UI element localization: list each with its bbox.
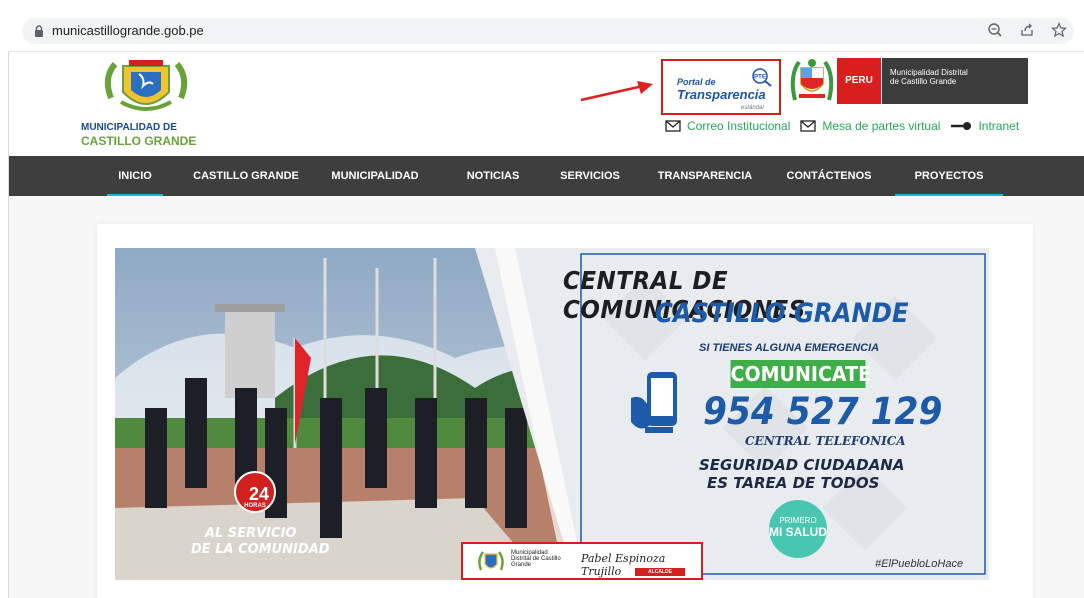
transparency-line1: Portal de (677, 77, 716, 87)
peru-label[interactable]: PERU (837, 58, 881, 104)
banner-seguridad-line1: SEGURIDAD CIUDADANA (699, 456, 905, 474)
municipality-label-line2: de Castillo Grande (890, 77, 957, 86)
site-header: MUNICIPALIDAD DE CASTILLO GRANDE Portal … (9, 52, 1084, 156)
browser-toolbar: municastillogrande.gob.pe (8, 8, 1084, 52)
banner-footer: Municipalidad Distrital de Castillo Gran… (461, 542, 703, 580)
hero-banner[interactable]: CENTRAL DE COMUNICACIONES CASTILLO GRAND… (115, 248, 989, 580)
banner-servicio-line1: AL SERVICIO (205, 526, 297, 541)
coat-of-arms-icon (104, 60, 188, 111)
nav-item-castillo-grande[interactable]: CASTILLO GRANDE (193, 156, 299, 196)
salud-line2: MI SALUD (769, 525, 827, 539)
address-bar[interactable]: municastillogrande.gob.pe (22, 18, 1074, 44)
transparency-line3: estándar (741, 105, 765, 111)
header-link-label: Mesa de partes virtual (822, 119, 941, 133)
peru-coat-of-arms-icon (790, 59, 834, 101)
pte-badge-label: PTE (754, 75, 766, 81)
hours-number: 24 (249, 484, 270, 504)
municipality-logo-icon (478, 551, 504, 571)
banner-hashtag: #ElPuebloLoHace (875, 558, 964, 570)
transparency-portal-link[interactable]: Portal de Transparencia estándar PTE (661, 59, 781, 115)
red-arrow-annotation (580, 81, 653, 102)
zoom-icon[interactable] (986, 22, 1004, 40)
primero-mi-salud-badge: PRIMERO MI SALUD (769, 500, 827, 558)
banner-emergency-text: SI TIENES ALGUNA EMERGENCIA (699, 342, 880, 354)
banner-seguridad-line2: ES TAREA DE TODOS (707, 474, 880, 492)
banner-title-line2: CASTILLO GRANDE (655, 298, 909, 329)
header-link-mesa[interactable]: Mesa de partes virtual (800, 119, 940, 133)
nav-item-municipalidad[interactable]: MUNICIPALIDAD (323, 156, 427, 196)
site-logo[interactable]: MUNICIPALIDAD DE CASTILLO GRANDE (81, 58, 211, 154)
municipality-label-line1: Municipalidad Distrital (890, 68, 968, 77)
phone-hand-icon (631, 372, 677, 433)
lock-icon (35, 25, 43, 37)
mail-icon (665, 120, 681, 132)
header-links: Correo Institucional Mesa de partes virt… (665, 118, 1029, 134)
header-link-correo[interactable]: Correo Institucional (665, 119, 790, 133)
nav-item-inicio[interactable]: INICIO (107, 156, 163, 196)
nav-item-proyectos[interactable]: PROYECTOS (895, 156, 1003, 196)
banner-central-label: CENTRAL TELEFONICA (745, 434, 906, 448)
mail-icon (800, 120, 817, 132)
logo-text-line2: CASTILLO GRANDE (81, 134, 197, 148)
pte-badge-icon: PTE (752, 68, 772, 87)
footer-mayor-tag: ALCALDE (635, 568, 685, 576)
banner-servicio-line2: DE LA COMUNIDAD (191, 542, 330, 557)
nav-item-servicios[interactable]: SERVICIOS (557, 156, 623, 196)
nav-item-transparencia[interactable]: TRANSPARENCIA (651, 156, 759, 196)
salud-line1: PRIMERO (779, 516, 817, 525)
header-link-intranet[interactable]: Intranet (950, 119, 1019, 133)
main-navigation: INICIO CASTILLO GRANDE MUNICIPALIDAD NOT… (9, 156, 1084, 196)
key-icon (951, 122, 972, 130)
municipality-label[interactable]: Municipalidad Distrital de Castillo Gran… (882, 58, 1028, 104)
banner-comunicate-label: COMUNICATE (730, 360, 872, 388)
web-page: MUNICIPALIDAD DE CASTILLO GRANDE Portal … (8, 52, 1084, 598)
nav-item-contactenos[interactable]: CONTÁCTENOS (783, 156, 875, 196)
logo-text-line1: MUNICIPALIDAD DE (81, 122, 177, 133)
star-icon[interactable] (1050, 21, 1068, 40)
share-icon[interactable] (1018, 22, 1036, 40)
header-link-label: Intranet (978, 119, 1020, 133)
transparency-line2: Transparencia (677, 87, 766, 102)
header-link-label: Correo Institucional (687, 119, 791, 133)
nav-item-noticias[interactable]: NOTICIAS (461, 156, 525, 196)
footer-municipality-text: Municipalidad Distrital de Castillo Gran… (511, 550, 561, 568)
banner-phone-number: 954 527 129 (703, 390, 943, 433)
url-text[interactable]: municastillogrande.gob.pe (52, 23, 204, 38)
